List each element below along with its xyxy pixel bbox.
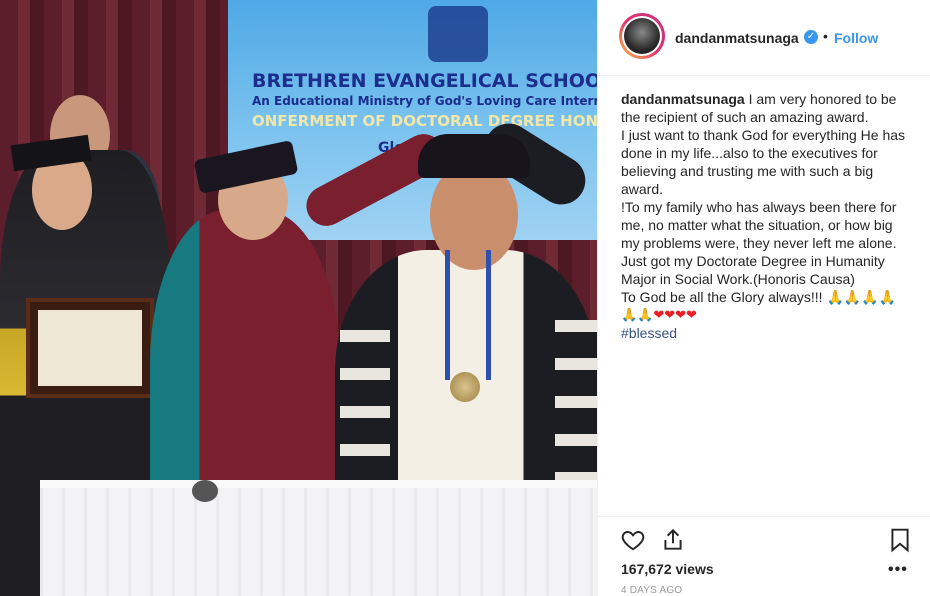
bookmark-icon[interactable] bbox=[887, 527, 913, 553]
more-options-button[interactable]: ••• bbox=[888, 561, 908, 579]
hashtag-link[interactable]: #blessed bbox=[621, 324, 911, 342]
praying-hands-icon: 🙏🙏🙏🙏 bbox=[826, 289, 897, 305]
caption-line-4: Just got my Doctorate Degree in Humanity… bbox=[621, 253, 885, 287]
view-count: 167,672 views bbox=[621, 561, 714, 577]
caption-line-3: !To my family who has always been there … bbox=[621, 199, 897, 251]
medal-ribbon bbox=[445, 250, 491, 380]
framed-diploma bbox=[26, 298, 154, 398]
post-date[interactable]: 4 DAYS AGO bbox=[621, 585, 682, 596]
post-sidebar: dandanmatsunaga ✓ • Follow dandanmatsuna… bbox=[597, 0, 930, 596]
banner-subtitle: An Educational Ministry of God's Loving … bbox=[252, 94, 597, 108]
banner-title: BRETHREN EVANGELICAL SCHOOL of TH bbox=[252, 70, 597, 92]
username-link[interactable]: dandanmatsunaga bbox=[675, 30, 799, 46]
caption-line-5: To God be all the Glory always!!! bbox=[621, 289, 823, 305]
school-logo bbox=[428, 6, 488, 62]
verified-badge-icon: ✓ bbox=[804, 30, 818, 44]
robe-stripes-right bbox=[555, 320, 597, 500]
heart-outline-icon[interactable] bbox=[620, 527, 646, 553]
share-icon[interactable] bbox=[660, 527, 686, 553]
medal bbox=[450, 372, 480, 402]
post-header: dandanmatsunaga ✓ • Follow bbox=[598, 0, 930, 76]
caption-username[interactable]: dandanmatsunaga bbox=[621, 91, 745, 107]
avatar[interactable] bbox=[619, 13, 665, 59]
caption-line-2: I just want to thank God for everything … bbox=[621, 127, 906, 197]
praying-hands-icon: 🙏🙏 bbox=[621, 307, 654, 322]
avatar-image bbox=[624, 18, 660, 54]
post-actions: 167,672 views ••• 4 DAYS AGO bbox=[598, 516, 930, 596]
red-heart-icon: ❤❤❤❤ bbox=[653, 307, 697, 322]
emoji-row: 🙏🙏❤❤❤❤ bbox=[621, 306, 911, 324]
post-photo[interactable]: BRETHREN EVANGELICAL SCHOOL of TH An Edu… bbox=[0, 0, 597, 596]
post-caption: dandanmatsunaga I am very honored to be … bbox=[621, 90, 911, 342]
ceremony-table bbox=[40, 480, 597, 596]
follow-button[interactable]: Follow bbox=[834, 30, 878, 46]
instagram-post: BRETHREN EVANGELICAL SCHOOL of TH An Edu… bbox=[0, 0, 930, 596]
banner-event: ONFERMENT OF DOCTORAL DEGREE HONORIS bbox=[252, 112, 597, 130]
honoree-cap bbox=[418, 134, 530, 178]
microphone bbox=[192, 480, 218, 502]
separator-dot: • bbox=[823, 28, 828, 44]
